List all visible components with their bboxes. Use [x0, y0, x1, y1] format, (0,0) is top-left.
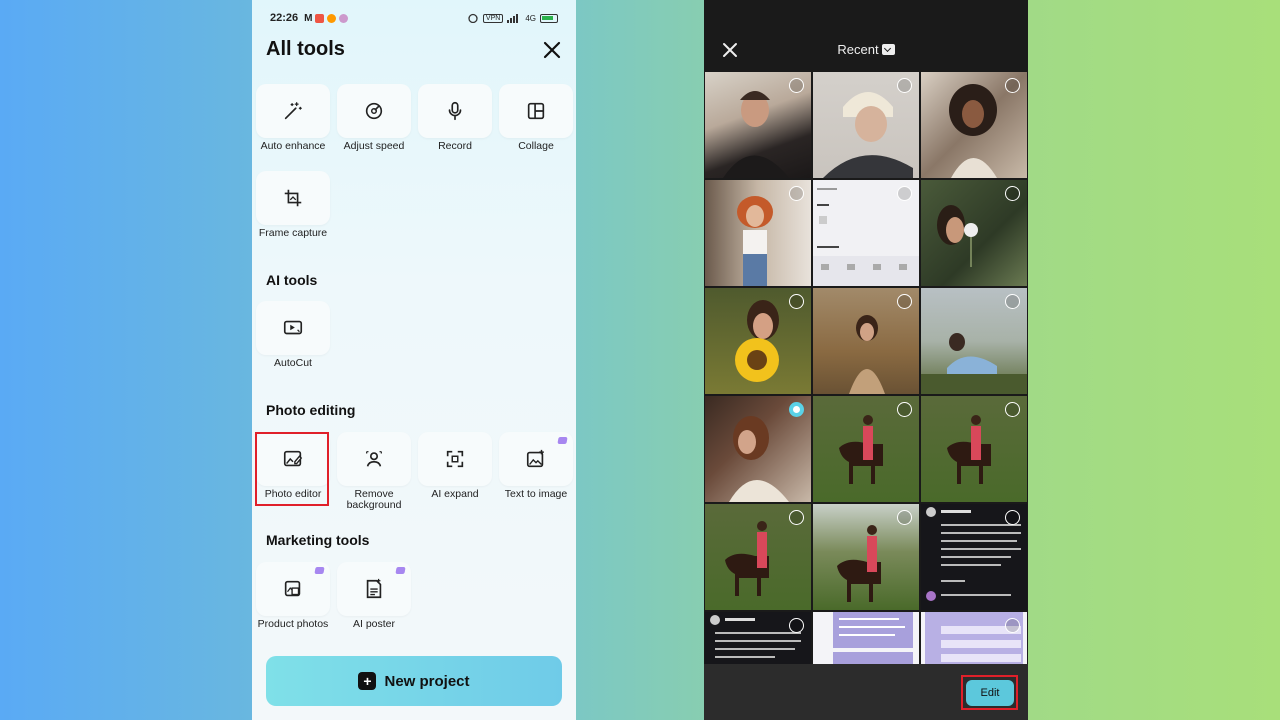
tool-product-photos[interactable]: Product photos: [256, 562, 330, 630]
tool-collage[interactable]: Collage: [499, 84, 573, 152]
media-picker-screen: Recent Edit: [704, 0, 1028, 720]
select-circle[interactable]: [789, 618, 804, 633]
photo-thumbnail[interactable]: [813, 72, 919, 178]
highlight-photo-editor: [255, 432, 329, 506]
all-tools-screen: 22:26 M VPN 4G All tools Auto enhance Ad…: [252, 0, 576, 720]
album-selector[interactable]: Recent: [704, 42, 1028, 57]
magic-wand-icon: [284, 102, 302, 120]
select-circle[interactable]: [897, 510, 912, 525]
premium-gem-icon: [557, 437, 568, 444]
select-circle[interactable]: [789, 510, 804, 525]
select-circle[interactable]: [897, 402, 912, 417]
tool-adjust-speed[interactable]: Adjust speed: [337, 84, 411, 152]
photo-thumbnail[interactable]: [921, 180, 1027, 286]
tool-auto-enhance[interactable]: Auto enhance: [256, 84, 330, 152]
photo-thumbnail[interactable]: [813, 612, 919, 664]
select-circle[interactable]: [1005, 186, 1020, 201]
select-circle[interactable]: [1005, 510, 1020, 525]
close-icon[interactable]: [540, 38, 564, 62]
select-circle[interactable]: [789, 78, 804, 93]
select-circle[interactable]: [1005, 78, 1020, 93]
select-circle-selected[interactable]: [789, 402, 804, 417]
photo-thumbnail[interactable]: [813, 288, 919, 394]
microphone-icon: [448, 101, 462, 121]
select-circle[interactable]: [789, 294, 804, 309]
photo-thumbnail[interactable]: [705, 288, 811, 394]
network-type: 4G: [525, 13, 536, 23]
vpn-icon: VPN: [482, 13, 504, 23]
photo-thumbnail[interactable]: [921, 72, 1027, 178]
remove-background-icon: [366, 451, 382, 467]
ai-poster-icon: [366, 578, 382, 599]
select-circle[interactable]: [897, 78, 912, 93]
tool-record[interactable]: Record: [418, 84, 492, 152]
photo-thumbnail[interactable]: [813, 504, 919, 610]
premium-gem-icon: [395, 567, 406, 574]
new-project-button[interactable]: + New project: [266, 656, 562, 706]
status-time: 22:26: [270, 12, 299, 24]
select-circle[interactable]: [1005, 618, 1020, 633]
collage-icon: [527, 102, 545, 120]
expand-icon: [446, 450, 464, 468]
photo-thumbnail[interactable]: [921, 504, 1027, 610]
status-bar: 22:26 M VPN 4G: [252, 0, 576, 36]
notification-icons: M: [304, 12, 349, 24]
autocut-icon: [283, 320, 303, 335]
app-icon: [327, 13, 337, 23]
section-ai-tools: AI tools: [266, 272, 318, 288]
select-circle[interactable]: [1005, 402, 1020, 417]
section-marketing-tools: Marketing tools: [266, 532, 370, 548]
signal-icon: [507, 14, 519, 23]
select-circle[interactable]: [789, 186, 804, 201]
app-icon: [315, 13, 325, 23]
page-title: All tools: [266, 38, 345, 60]
highlight-edit-button: [961, 675, 1018, 710]
app-icon: [339, 13, 349, 23]
photo-thumbnail[interactable]: [705, 180, 811, 286]
photo-thumbnail[interactable]: [813, 180, 919, 286]
photo-thumbnail[interactable]: [921, 288, 1027, 394]
photo-thumbnail[interactable]: [921, 396, 1027, 502]
speedometer-icon: [365, 102, 383, 120]
screenshot-thumbnail: [833, 612, 913, 664]
chevron-down-icon: [881, 44, 895, 55]
tool-text-to-image[interactable]: Text to image: [499, 432, 573, 500]
photo-thumbnail[interactable]: [921, 612, 1027, 664]
photo-thumbnail[interactable]: [705, 396, 811, 502]
photo-thumbnail[interactable]: [705, 612, 811, 664]
photo-thumbnail[interactable]: [705, 72, 811, 178]
tool-remove-background[interactable]: Remove background: [337, 432, 411, 511]
tool-ai-expand[interactable]: AI expand: [418, 432, 492, 500]
section-photo-editing: Photo editing: [266, 402, 356, 418]
tool-ai-poster[interactable]: AI poster: [337, 562, 411, 630]
tool-autocut[interactable]: AutoCut: [256, 301, 330, 369]
text-to-image-icon: [526, 449, 544, 468]
tool-frame-capture[interactable]: Frame capture: [256, 171, 330, 239]
product-photos-icon: [284, 580, 301, 597]
premium-gem-icon: [314, 567, 325, 574]
status-right-icons: VPN 4G: [467, 13, 558, 23]
frame-capture-icon: [284, 189, 302, 207]
select-circle[interactable]: [897, 186, 912, 201]
photo-thumbnail[interactable]: [813, 396, 919, 502]
select-circle[interactable]: [897, 294, 912, 309]
battery-icon: [540, 13, 558, 23]
photo-thumbnail[interactable]: [705, 504, 811, 610]
select-circle[interactable]: [1005, 294, 1020, 309]
gmail-icon: M: [304, 12, 313, 24]
alarm-icon: [468, 13, 478, 23]
plus-icon: +: [358, 672, 377, 690]
